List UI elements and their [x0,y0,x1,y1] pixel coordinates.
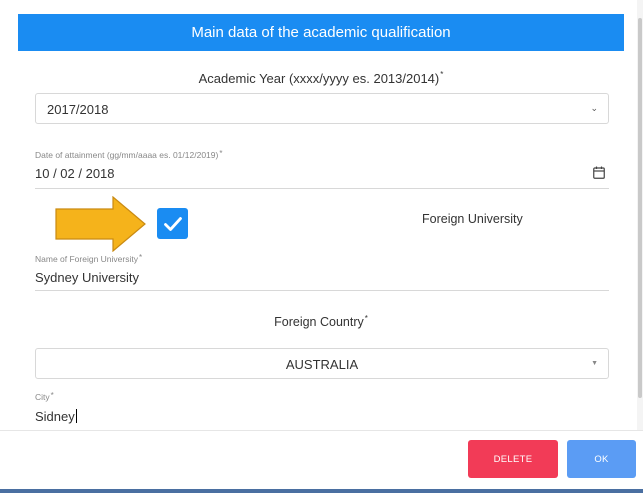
check-icon [163,216,182,231]
foreign-university-checkbox[interactable] [157,208,188,239]
arrow-pointer-icon [55,196,146,252]
required-marker: * [50,391,54,400]
required-marker: * [440,70,444,79]
academic-year-select[interactable]: 2017/2018 ⌄ [35,93,609,124]
modal-header: Main data of the academic qualification [18,14,624,51]
calendar-icon[interactable] [593,166,605,179]
city-value: Sidney [35,409,75,424]
modal-dialog: Main data of the academic qualification … [0,0,643,430]
foreign-university-label: Foreign University [422,212,523,226]
footer-divider [0,430,643,431]
city-label: City* [35,391,54,402]
foreign-country-select[interactable]: AUSTRALIA ▼ [35,348,609,379]
date-of-attainment-input[interactable]: 10 / 02 / 2018 [35,166,115,181]
delete-button[interactable]: DELETE [468,440,558,478]
required-marker: * [138,253,143,262]
foreign-country-label: Foreign Country* [274,314,368,329]
foreign-university-name-input[interactable]: Sydney University [35,270,139,285]
modal-title: Main data of the academic qualification [191,24,451,41]
scrollbar-thumb[interactable] [638,18,642,398]
city-input[interactable]: Sidney [35,409,77,424]
academic-year-value: 2017/2018 [47,102,109,117]
required-marker: * [364,314,368,323]
date-field-underline [35,188,609,189]
academic-year-label: Academic Year (xxxx/yyyy es. 2013/2014)* [198,70,444,86]
ok-button[interactable]: OK [567,440,636,478]
required-marker: * [219,149,223,158]
university-name-underline [35,290,609,291]
chevron-down-icon: ⌄ [590,103,598,113]
text-cursor [75,409,77,423]
delete-button-label: DELETE [493,453,533,465]
date-of-attainment-label: Date of attainment (gg/mm/aaaa es. 01/12… [35,149,223,160]
bottom-bar [0,489,643,493]
foreign-country-value: AUSTRALIA [285,357,359,372]
caret-down-icon: ▼ [591,360,598,367]
foreign-university-name-label: Name of Foreign University* [35,253,143,264]
ok-button-label: OK [594,453,609,465]
